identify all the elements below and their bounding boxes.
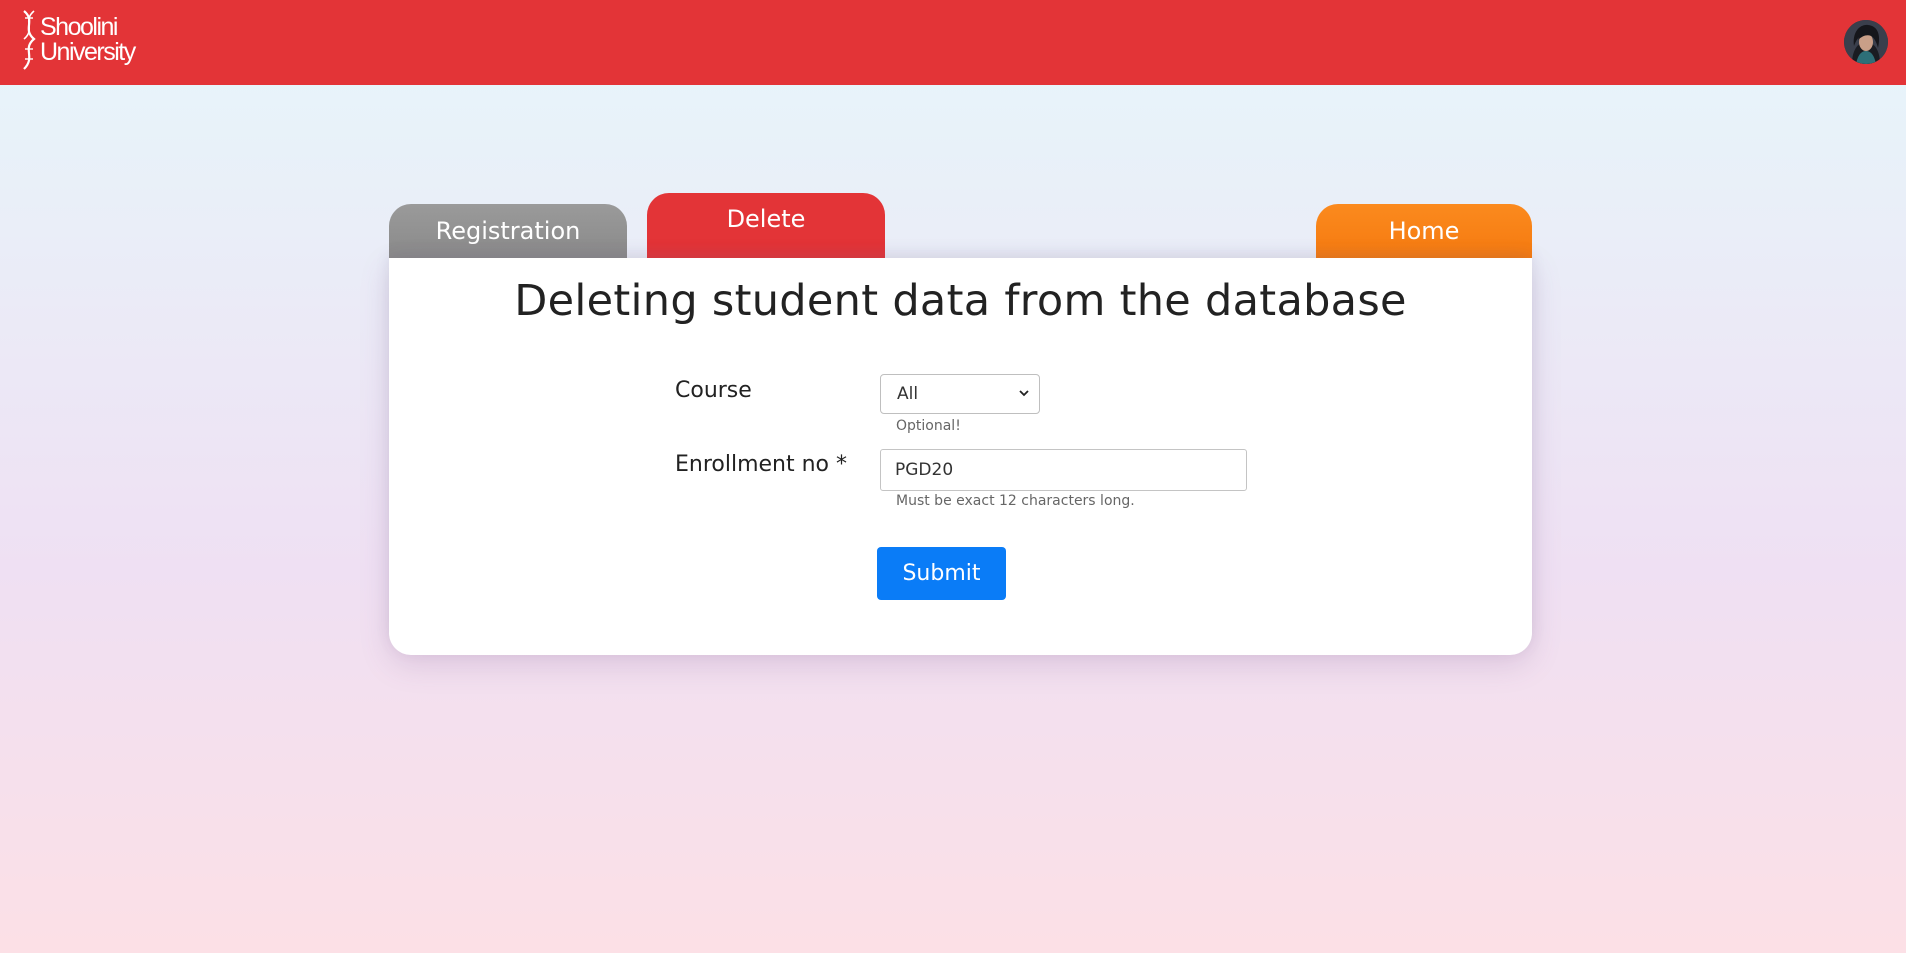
course-hint: Optional! — [896, 418, 961, 434]
top-navbar: Shoolini University — [0, 0, 1906, 85]
logo-line-1: Shoolini — [40, 13, 118, 41]
delete-form-card: Deleting student data from the database … — [389, 258, 1532, 655]
submit-button-label: Submit — [902, 561, 981, 586]
tab-delete-label: Delete — [726, 204, 806, 233]
chevron-down-icon — [1019, 390, 1029, 397]
course-select[interactable]: All — [880, 374, 1040, 414]
submit-button[interactable]: Submit — [877, 547, 1006, 600]
course-select-value: All — [897, 384, 919, 404]
enrollment-label: Enrollment no * — [675, 452, 848, 477]
avatar-portrait-icon — [1844, 20, 1888, 64]
enrollment-input-value: PGD20 — [895, 460, 954, 480]
tab-delete[interactable]: Delete — [647, 193, 885, 258]
logo-text: Shoolini University — [40, 13, 136, 66]
course-label: Course — [675, 378, 752, 403]
user-avatar[interactable] — [1844, 20, 1888, 64]
tab-home-label: Home — [1388, 217, 1460, 245]
tab-registration-label: Registration — [435, 217, 581, 245]
tab-registration[interactable]: Registration — [389, 204, 627, 258]
enrollment-hint: Must be exact 12 characters long. — [896, 493, 1135, 509]
page-title: Deleting student data from the database — [514, 276, 1407, 326]
enrollment-input[interactable]: PGD20 — [880, 449, 1247, 491]
university-logo[interactable]: Shoolini University — [20, 8, 136, 72]
dna-helix-icon — [23, 10, 36, 70]
tab-home[interactable]: Home — [1316, 204, 1532, 258]
logo-line-2: University — [40, 38, 136, 66]
